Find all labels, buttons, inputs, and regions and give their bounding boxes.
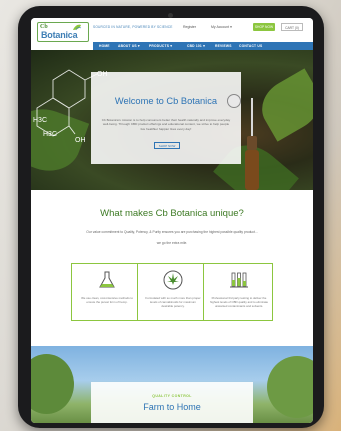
hero-title: Welcome to Cb Botanica	[114, 96, 218, 106]
quality-title: Farm to Home	[143, 402, 201, 412]
shop-now-button[interactable]: SHOP NOW	[253, 23, 275, 31]
cart-button[interactable]: CART (0)	[281, 23, 303, 31]
certification-seal	[227, 94, 241, 108]
hero-card: Welcome to Cb Botanica Cb Botanica’s mis…	[91, 72, 241, 164]
register-link[interactable]: Register	[183, 25, 196, 29]
site-tagline: SOURCED IN NATURE, POWERED BY SCIENCE	[93, 25, 173, 29]
website-screen: Cb Botanica SOURCED IN NATURE, POWERED B…	[31, 18, 313, 423]
feature-text: Professional 3rd party testing to delive…	[210, 296, 269, 308]
molecule-label: H3C	[43, 131, 57, 138]
feature-text: We use clean, cost-intensive methods to …	[81, 296, 133, 304]
hero-description: Cb Botanica’s mission is to help consume…	[101, 118, 231, 131]
quality-card: QUALITY CONTROL Farm to Home	[91, 382, 253, 423]
nav-item-reviews[interactable]: REVIEWS	[215, 42, 232, 50]
section-description-tagline: we go the extra mile.	[156, 241, 188, 245]
quality-section: QUALITY CONTROL Farm to Home	[31, 346, 313, 423]
molecule-label: OH	[75, 137, 86, 144]
tree-image	[31, 354, 74, 414]
nav-item-products[interactable]: PRODUCTS ▾	[149, 42, 172, 50]
lab-flask-icon	[99, 271, 115, 288]
quality-label: QUALITY CONTROL	[152, 394, 192, 398]
nav-item-about[interactable]: ABOUT US ▾	[118, 42, 140, 50]
hero-shop-button[interactable]: SHOP NOW	[154, 142, 180, 149]
nav-item-home[interactable]: HOME	[99, 42, 110, 50]
feature-card: We use clean, cost-intensive methods to …	[71, 263, 141, 321]
nav-item-cbd101[interactable]: CBD 101 ▾	[187, 42, 205, 50]
test-tubes-icon	[230, 272, 248, 288]
dropper-bottle-image	[245, 98, 259, 190]
feature-card: Formulated with so much more than proper…	[137, 263, 207, 321]
section-title: What makes Cb Botanica unique?	[100, 208, 244, 219]
nav-spacer	[31, 42, 93, 50]
main-nav: HOME ABOUT US ▾ PRODUCTS ▾ CBD 101 ▾ REV…	[93, 42, 313, 50]
tree-image	[267, 356, 313, 418]
my-account-dropdown[interactable]: My Account ▾	[211, 25, 232, 29]
nav-item-contact[interactable]: CONTACT US	[239, 42, 262, 50]
top-bar: Cb Botanica SOURCED IN NATURE, POWERED B…	[31, 18, 313, 42]
logo-name: Botanica	[41, 30, 78, 40]
section-description: Our value commitment to Quality, Potency…	[86, 230, 258, 234]
molecule-label: H3C	[33, 117, 47, 124]
feature-card: Professional 3rd party testing to delive…	[203, 263, 273, 321]
feature-text: Formulated with so much more than proper…	[145, 296, 201, 308]
hero-section: OH OH H3C H3C Welcome to Cb Botanica Cb …	[31, 50, 313, 190]
cannabis-leaf-icon	[163, 270, 183, 290]
unique-section: What makes Cb Botanica unique? Our value…	[31, 190, 313, 346]
tablet-frame: Cb Botanica SOURCED IN NATURE, POWERED B…	[18, 6, 324, 428]
site-logo[interactable]: Cb Botanica	[37, 22, 89, 42]
